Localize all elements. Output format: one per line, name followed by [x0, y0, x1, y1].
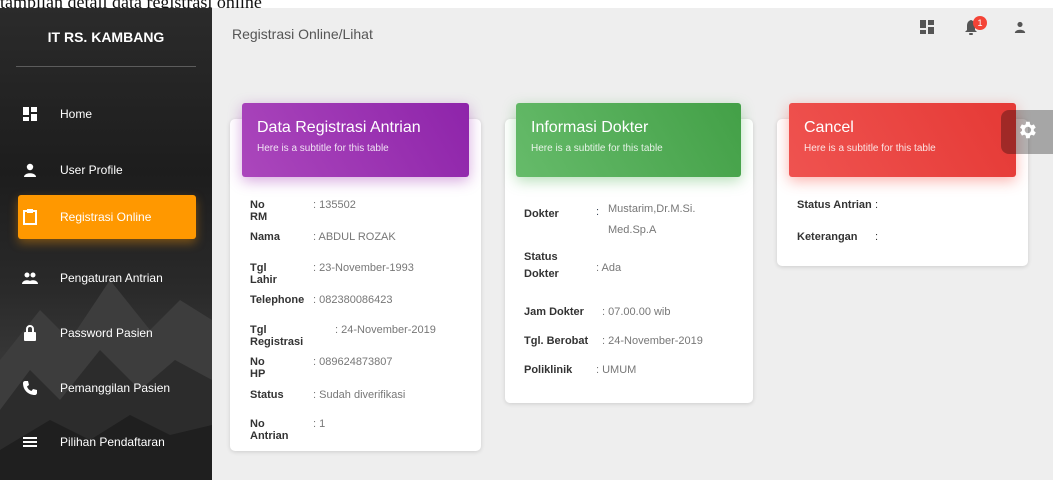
status-dokter-label: Status Dokter [524, 249, 559, 283]
row-label: No HP [250, 356, 266, 380]
sidebar-item-label: Pengaturan Antrian [60, 271, 163, 285]
row-label: Tgl Lahir [250, 262, 277, 286]
dokter-card-header: Informasi Dokter Here is a subtitle for … [516, 103, 741, 177]
people-icon [22, 270, 38, 286]
phone-icon [22, 380, 38, 396]
person-icon[interactable] [1014, 20, 1030, 36]
status-antrian-label: Status Antrian [797, 199, 872, 211]
dokter-name-line1: Mustarim,Dr.M.Si. [608, 203, 696, 215]
jam-dokter-value: : 07.00.00 wib [602, 306, 671, 318]
sidebar-item-label: Pilihan Pendaftaran [60, 435, 165, 449]
row-label: Tgl Registrasi [250, 324, 304, 348]
cancel-card-header: Cancel Here is a subtitle for this table [789, 103, 1016, 177]
clipboard-icon [22, 209, 38, 225]
tgl-berobat-label: Tgl. Berobat [524, 335, 589, 347]
row-label: Nama [250, 231, 280, 243]
row-label: No RM [250, 199, 268, 223]
sidebar-item-password-pasien[interactable]: Password Pasien [18, 311, 196, 355]
registrasi-card-header: Data Registrasi Antrian Here is a subtit… [242, 103, 469, 177]
poliklinik-value: : UMUM [596, 364, 637, 376]
row-value: : Sudah diverifikasi [313, 389, 406, 401]
sidebar-item-user-profile[interactable]: User Profile [18, 148, 196, 192]
keterangan-value: : [875, 231, 879, 243]
gear-icon [1016, 119, 1038, 146]
dokter-label: Dokter [524, 208, 559, 220]
status-label-line1: Status [524, 251, 558, 263]
keterangan-label: Keterangan [797, 231, 858, 243]
sidebar-item-label: Pemanggilan Pasien [60, 381, 171, 395]
card-title: Cancel [804, 119, 854, 136]
dokter-value: Mustarim,Dr.M.Si. Med.Sp.A [608, 199, 695, 241]
breadcrumb: Registrasi Online/Lihat [232, 26, 373, 42]
card-subtitle: Here is a subtitle for this table [531, 143, 663, 154]
jam-dokter-label: Jam Dokter [524, 306, 584, 318]
sidebar-item-pemanggilan-pasien[interactable]: Pemanggilan Pasien [18, 366, 196, 410]
row-value: : 089624873807 [313, 356, 393, 368]
colon: : [596, 206, 600, 218]
poliklinik-label: Poliklinik [524, 364, 573, 376]
row-value: : ABDUL ROZAK [313, 231, 396, 243]
sidebar-item-registrasi-online[interactable]: Registrasi Online [18, 195, 196, 239]
sidebar: IT RS. KAMBANG Home User Profile Registr… [0, 8, 212, 480]
sidebar-item-pilihan-pendaftaran[interactable]: Pilihan Pendaftaran [18, 420, 196, 464]
dokter-colon: : [596, 206, 599, 218]
row-value: : 1 [313, 418, 326, 430]
divider [16, 66, 196, 67]
dashboard-icon [22, 106, 38, 122]
brand-title[interactable]: IT RS. KAMBANG [0, 8, 212, 66]
row-value: : 24-November-2019 [335, 324, 436, 336]
card-subtitle: Here is a subtitle for this table [804, 143, 936, 154]
card-title: Data Registrasi Antrian [257, 119, 421, 136]
status-dokter-value: : Ada [596, 262, 622, 274]
card-subtitle: Here is a subtitle for this table [257, 143, 389, 154]
row-value: : 135502 [313, 199, 356, 211]
card-title: Informasi Dokter [531, 119, 649, 136]
lock-icon [22, 325, 38, 341]
sidebar-item-label: Registrasi Online [60, 210, 152, 224]
sidebar-item-label: User Profile [60, 163, 123, 177]
dashboard-icon[interactable] [920, 20, 936, 36]
list-icon [22, 434, 38, 450]
person-icon [22, 162, 38, 178]
status-label-line2: Dokter [524, 268, 559, 280]
sidebar-item-label: Password Pasien [60, 326, 153, 340]
sidebar-item-label: Home [60, 107, 93, 121]
row-label: Telephone [250, 294, 305, 306]
dokter-name-line2: Med.Sp.A [608, 224, 657, 236]
sidebar-item-pengaturan-antrian[interactable]: Pengaturan Antrian [18, 256, 196, 300]
status-antrian-value: : [875, 199, 879, 211]
settings-button[interactable] [1001, 110, 1053, 154]
row-value: : 082380086423 [313, 294, 393, 306]
sidebar-item-home[interactable]: Home [18, 92, 196, 136]
tgl-berobat-value: : 24-November-2019 [602, 335, 703, 347]
row-label: Status [250, 389, 284, 401]
notification-badge: 1 [973, 16, 987, 30]
row-value: : 23-November-1993 [313, 262, 414, 274]
row-label: No Antrian [250, 418, 289, 442]
